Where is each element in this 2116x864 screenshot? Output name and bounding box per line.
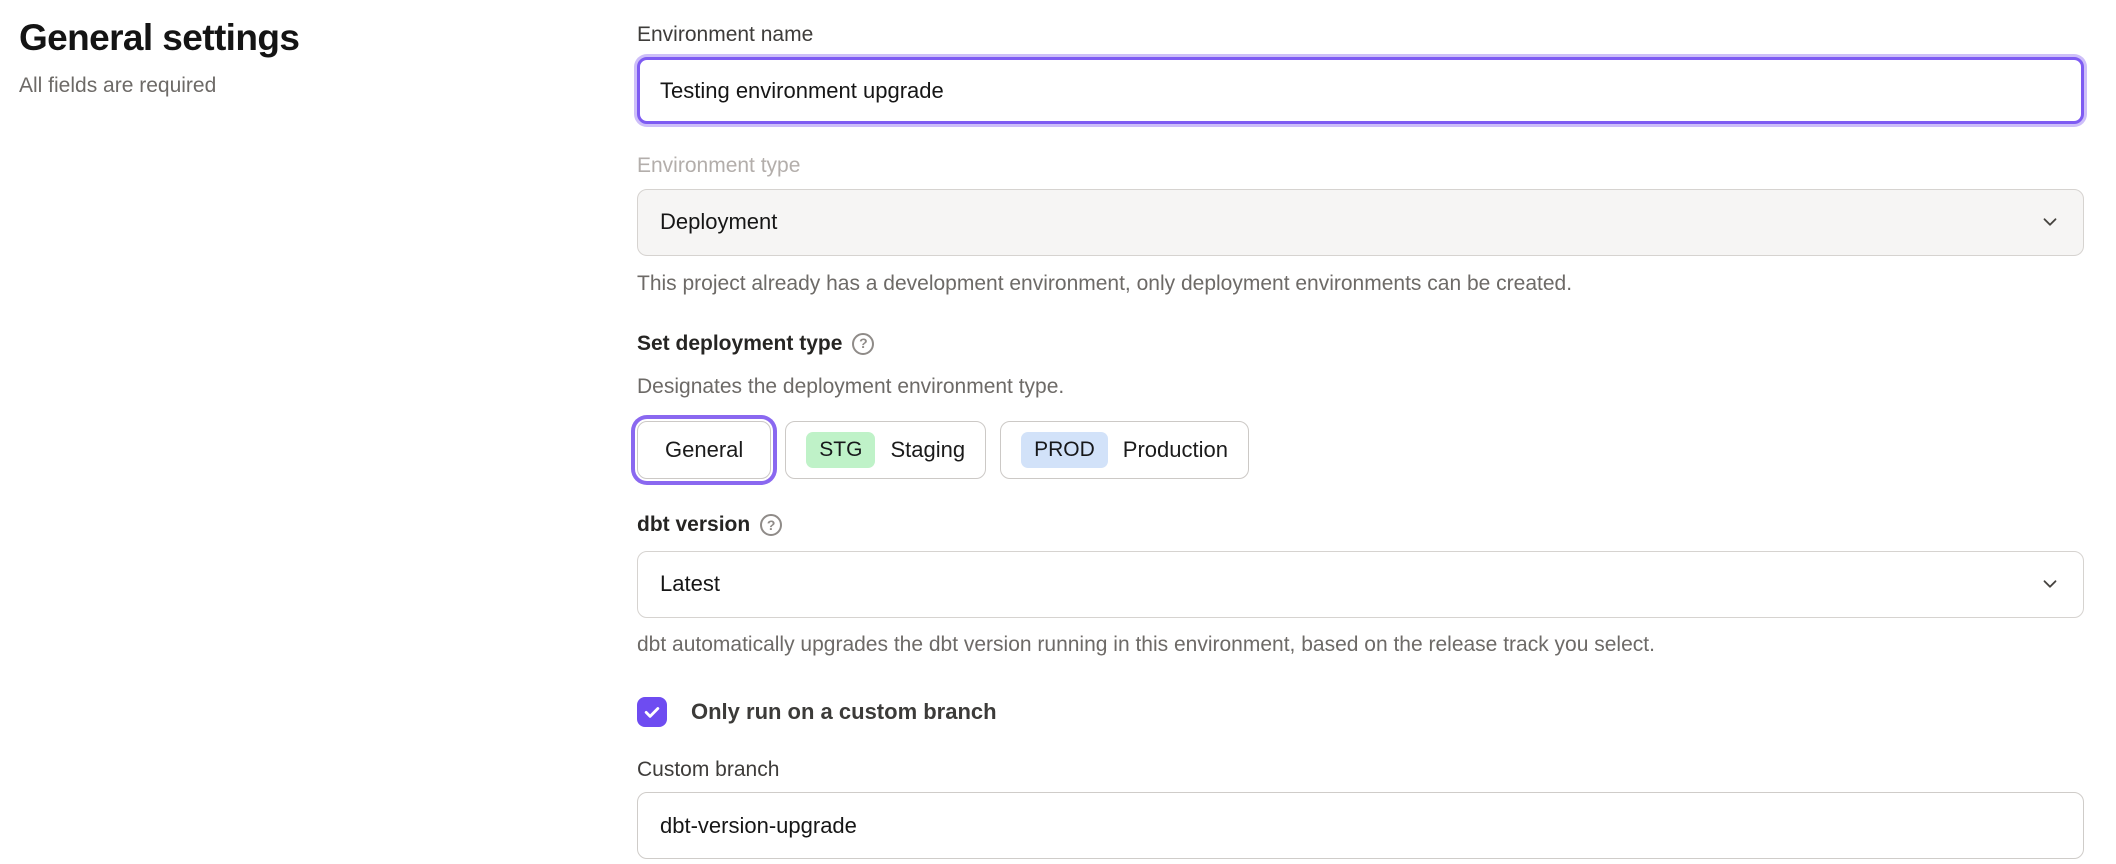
staging-badge: STG (806, 432, 875, 468)
custom-branch-input[interactable] (637, 792, 2084, 859)
deployment-option-production-label: Production (1123, 437, 1228, 463)
page-title: General settings (19, 16, 637, 60)
deployment-type-options: General STG Staging PROD Production (637, 421, 2084, 479)
chevron-down-icon (2039, 211, 2061, 233)
deployment-option-production[interactable]: PROD Production (1000, 421, 1249, 479)
environment-type-label: Environment type (637, 153, 2084, 179)
dbt-version-select[interactable]: Latest (637, 551, 2084, 618)
custom-branch-checkbox[interactable] (637, 697, 667, 727)
general-settings-page: General settings All fields are required… (0, 0, 2116, 864)
deployment-type-label: Set deployment type ? (637, 331, 2084, 357)
environment-type-value: Deployment (660, 209, 777, 235)
custom-branch-checkbox-label[interactable]: Only run on a custom branch (691, 699, 997, 725)
dbt-version-value: Latest (660, 571, 720, 597)
deployment-option-general[interactable]: General (637, 421, 771, 479)
dbt-version-helper: dbt automatically upgrades the dbt versi… (637, 631, 2084, 658)
deployment-type-label-text: Set deployment type (637, 331, 842, 357)
chevron-down-icon (2039, 573, 2061, 595)
deployment-option-staging[interactable]: STG Staging (785, 421, 986, 479)
environment-type-helper: This project already has a development e… (637, 270, 2084, 297)
help-icon[interactable]: ? (852, 333, 874, 355)
environment-type-select: Deployment (637, 189, 2084, 256)
dbt-version-label: dbt version ? (637, 512, 2084, 538)
checkmark-icon (642, 702, 662, 722)
environment-name-label: Environment name (637, 22, 2084, 48)
help-icon[interactable]: ? (760, 514, 782, 536)
production-badge: PROD (1021, 432, 1108, 468)
deployment-type-helper: Designates the deployment environment ty… (637, 373, 2084, 400)
custom-branch-checkbox-row: Only run on a custom branch (637, 697, 2084, 727)
environment-settings-form: Environment name Environment type Deploy… (637, 0, 2084, 864)
page-subtitle: All fields are required (19, 74, 637, 98)
custom-branch-label: Custom branch (637, 757, 2084, 783)
deployment-option-general-label: General (665, 437, 743, 463)
deployment-option-staging-label: Staging (890, 437, 965, 463)
settings-intro: General settings All fields are required (0, 0, 637, 864)
dbt-version-label-text: dbt version (637, 512, 750, 538)
environment-name-input[interactable] (637, 57, 2084, 124)
